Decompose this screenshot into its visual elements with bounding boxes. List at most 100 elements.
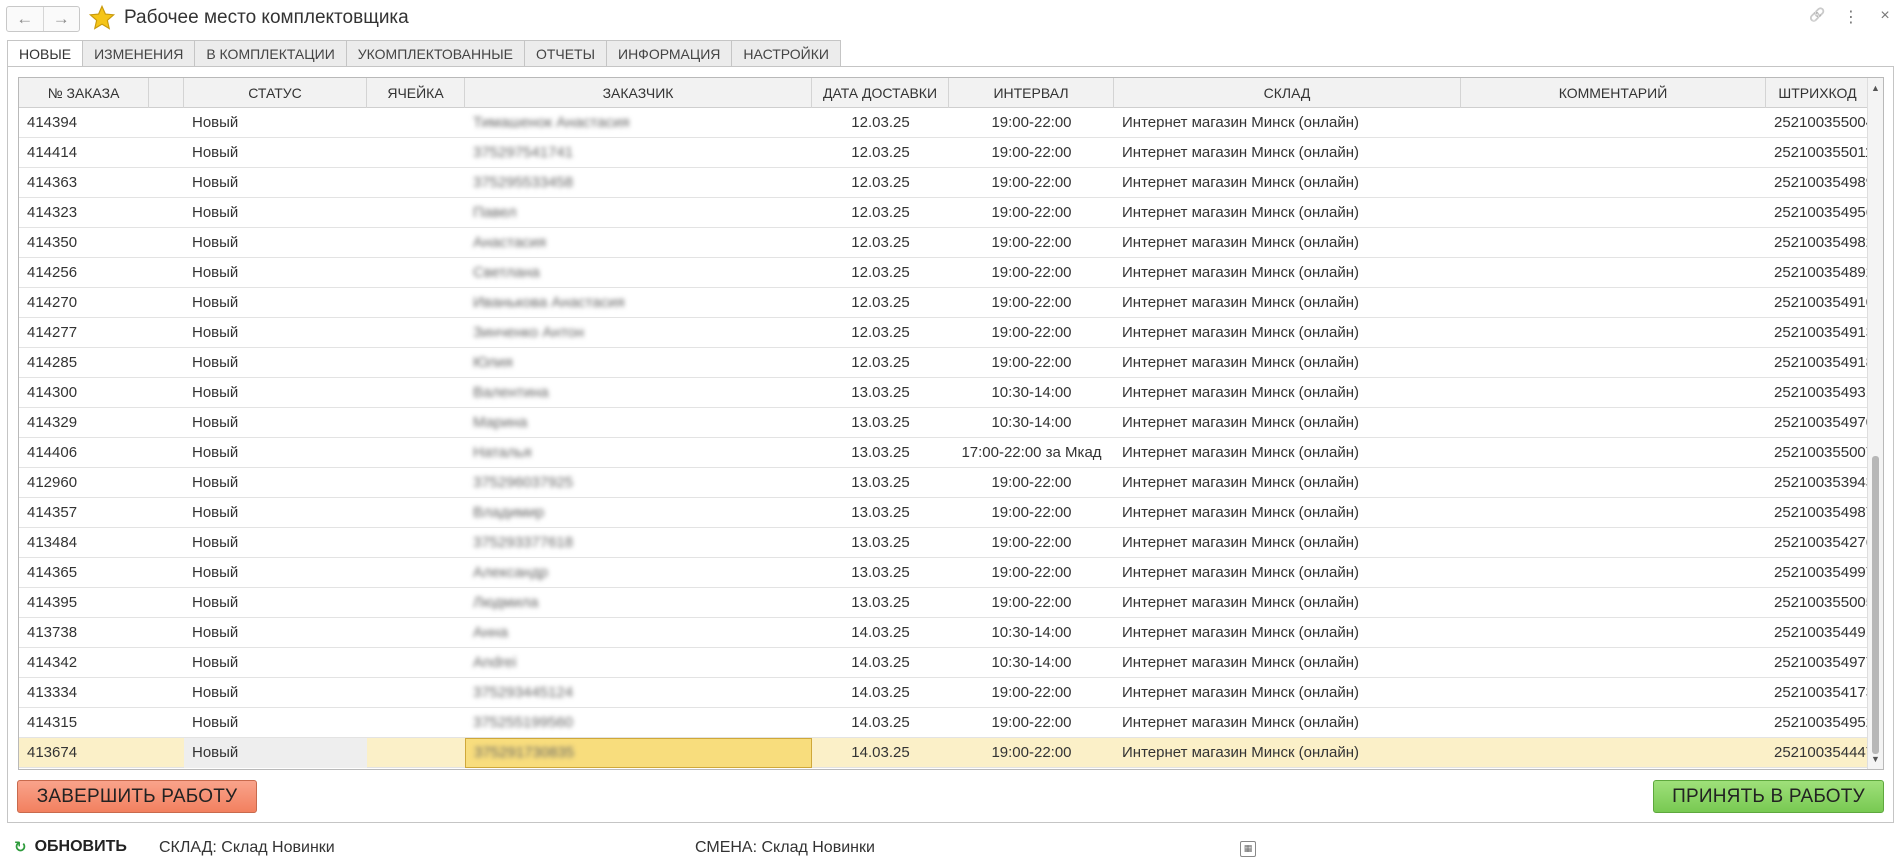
scroll-down-icon[interactable]: ▼ <box>1868 751 1883 767</box>
cell-order-number[interactable]: 414323 <box>19 198 149 228</box>
cell-status[interactable]: Новый <box>184 168 367 198</box>
table-scrollbar[interactable]: ▲ ▼ <box>1867 78 1883 769</box>
table-row[interactable]: 413484 Новый 375293377618 13.03.25 19:00-22:… <box>19 528 1869 558</box>
cell-interval[interactable]: 10:30-14:00 <box>949 378 1114 408</box>
cell-cell[interactable] <box>367 168 465 198</box>
cell-customer[interactable]: 375295533458 <box>465 168 812 198</box>
cell-interval[interactable]: 19:00-22:00 <box>949 258 1114 288</box>
tab-picked[interactable]: УКОМПЛЕКТОВАННЫЕ <box>345 40 524 67</box>
cell-customer[interactable]: Юлия <box>465 348 812 378</box>
cell-blank[interactable] <box>149 618 184 648</box>
cell-cell[interactable] <box>367 648 465 678</box>
cell-warehouse[interactable]: Интернет магазин Минск (онлайн) <box>1114 258 1461 288</box>
cell-warehouse[interactable]: Интернет магазин Минск (онлайн) <box>1114 498 1461 528</box>
cell-comment[interactable] <box>1461 708 1766 738</box>
cell-blank[interactable] <box>149 138 184 168</box>
cell-interval[interactable]: 19:00-22:00 <box>949 228 1114 258</box>
cell-customer[interactable]: Валентина <box>465 378 812 408</box>
tab-information[interactable]: ИНФОРМАЦИЯ <box>606 40 732 67</box>
cell-comment[interactable] <box>1461 408 1766 438</box>
table-row[interactable]: 414414 Новый 375297541741 12.03.25 19:00-22:… <box>19 138 1869 168</box>
cell-customer[interactable]: Иванькова Анастасия <box>465 288 812 318</box>
cell-status[interactable]: Новый <box>184 618 367 648</box>
column-header-customer[interactable]: ЗАКАЗЧИК <box>465 78 812 108</box>
cell-customer[interactable]: Александр <box>465 558 812 588</box>
cell-cell[interactable] <box>367 348 465 378</box>
table-row[interactable]: 414363 Новый 375295533458 12.03.25 19:00-22:… <box>19 168 1869 198</box>
cell-status[interactable]: Новый <box>184 528 367 558</box>
cell-comment[interactable] <box>1461 738 1766 768</box>
table-row[interactable]: 414357 Новый Владимир 13.03.25 19:00-22:00 Ин… <box>19 498 1869 528</box>
cell-customer[interactable]: 375255199560 <box>465 708 812 738</box>
cell-warehouse[interactable]: Интернет магазин Минск (онлайн) <box>1114 318 1461 348</box>
cell-comment[interactable] <box>1461 528 1766 558</box>
cell-comment[interactable] <box>1461 468 1766 498</box>
column-header-order-number[interactable]: № ЗАКАЗА <box>19 78 149 108</box>
cell-order-number[interactable]: 414300 <box>19 378 149 408</box>
cell-status[interactable]: Новый <box>184 378 367 408</box>
cell-status[interactable]: Новый <box>184 498 367 528</box>
cell-delivery-date[interactable]: 12.03.25 <box>812 198 949 228</box>
cell-interval[interactable]: 19:00-22:00 <box>949 108 1114 138</box>
cell-comment[interactable] <box>1461 678 1766 708</box>
cell-status[interactable]: Новый <box>184 228 367 258</box>
cell-cell[interactable] <box>367 258 465 288</box>
cell-barcode[interactable]: 2521003549108 <box>1766 288 1869 318</box>
cell-barcode[interactable]: 2521003549313 <box>1766 378 1869 408</box>
cell-warehouse[interactable]: Интернет магазин Минск (онлайн) <box>1114 198 1461 228</box>
cell-cell[interactable] <box>367 558 465 588</box>
cell-comment[interactable] <box>1461 228 1766 258</box>
cell-barcode[interactable]: 2521003548927 <box>1766 258 1869 288</box>
cell-status[interactable]: Новый <box>184 648 367 678</box>
cell-order-number[interactable]: 414414 <box>19 138 149 168</box>
cell-warehouse[interactable]: Интернет магазин Минск (онлайн) <box>1114 468 1461 498</box>
cell-delivery-date[interactable]: 13.03.25 <box>812 438 949 468</box>
cell-order-number[interactable]: 414350 <box>19 228 149 258</box>
cell-cell[interactable] <box>367 228 465 258</box>
cell-order-number[interactable]: 414315 <box>19 708 149 738</box>
cell-order-number[interactable]: 413334 <box>19 678 149 708</box>
table-row[interactable]: 414315 Новый 375255199560 14.03.25 19:00-22:… <box>19 708 1869 738</box>
cell-blank[interactable] <box>149 708 184 738</box>
cell-warehouse[interactable]: Интернет магазин Минск (онлайн) <box>1114 168 1461 198</box>
cell-interval[interactable]: 19:00-22:00 <box>949 498 1114 528</box>
cell-delivery-date[interactable]: 13.03.25 <box>812 468 949 498</box>
cell-comment[interactable] <box>1461 258 1766 288</box>
refresh-button[interactable]: ↻ ОБНОВИТЬ <box>14 838 127 856</box>
cell-barcode[interactable]: 2521003544912 <box>1766 618 1869 648</box>
cell-delivery-date[interactable]: 14.03.25 <box>812 618 949 648</box>
cell-delivery-date[interactable]: 12.03.25 <box>812 318 949 348</box>
column-header-cell[interactable]: ЯЧЕЙКА <box>367 78 465 108</box>
cell-customer[interactable]: 375293445124 <box>465 678 812 708</box>
column-header-comment[interactable]: КОММЕНТАРИЙ <box>1461 78 1766 108</box>
forward-button[interactable]: → <box>42 7 80 31</box>
cell-status[interactable]: Новый <box>184 138 367 168</box>
cell-barcode[interactable]: 2521003550074 <box>1766 438 1869 468</box>
cell-customer[interactable]: Тимашенок Анастасия <box>465 108 812 138</box>
tab-settings[interactable]: НАСТРОЙКИ <box>731 40 841 67</box>
table-row[interactable]: 412960 Новый 375296037925 13.03.25 19:00-22:… <box>19 468 1869 498</box>
table-row[interactable]: 414342 Новый Andrei 14.03.25 10:30-14:00 Инте… <box>19 648 1869 678</box>
cell-warehouse[interactable]: Интернет магазин Минск (онлайн) <box>1114 678 1461 708</box>
table-row[interactable]: 414350 Новый Анастасия 12.03.25 19:00-22:00 И… <box>19 228 1869 258</box>
cell-customer[interactable]: Анастасия <box>465 228 812 258</box>
cell-cell[interactable] <box>367 138 465 168</box>
cell-delivery-date[interactable]: 14.03.25 <box>812 708 949 738</box>
cell-blank[interactable] <box>149 438 184 468</box>
cell-delivery-date[interactable]: 13.03.25 <box>812 378 949 408</box>
cell-order-number[interactable]: 414365 <box>19 558 149 588</box>
cell-comment[interactable] <box>1461 558 1766 588</box>
cell-barcode[interactable]: 2521003549979 <box>1766 558 1869 588</box>
cell-interval[interactable]: 19:00-22:00 <box>949 168 1114 198</box>
cell-order-number[interactable]: 414357 <box>19 498 149 528</box>
cell-interval[interactable]: 10:30-14:00 <box>949 408 1114 438</box>
cell-comment[interactable] <box>1461 288 1766 318</box>
cell-customer[interactable]: 375291730835 <box>465 738 812 768</box>
cell-customer[interactable]: 375297541741 <box>465 138 812 168</box>
cell-customer[interactable]: 375296037925 <box>465 468 812 498</box>
cell-warehouse[interactable]: Интернет магазин Минск (онлайн) <box>1114 348 1461 378</box>
cell-barcode[interactable]: 2521003549184 <box>1766 348 1869 378</box>
tab-new[interactable]: НОВЫЕ <box>7 40 83 67</box>
cell-customer[interactable]: 375293377618 <box>465 528 812 558</box>
cell-order-number[interactable]: 412960 <box>19 468 149 498</box>
